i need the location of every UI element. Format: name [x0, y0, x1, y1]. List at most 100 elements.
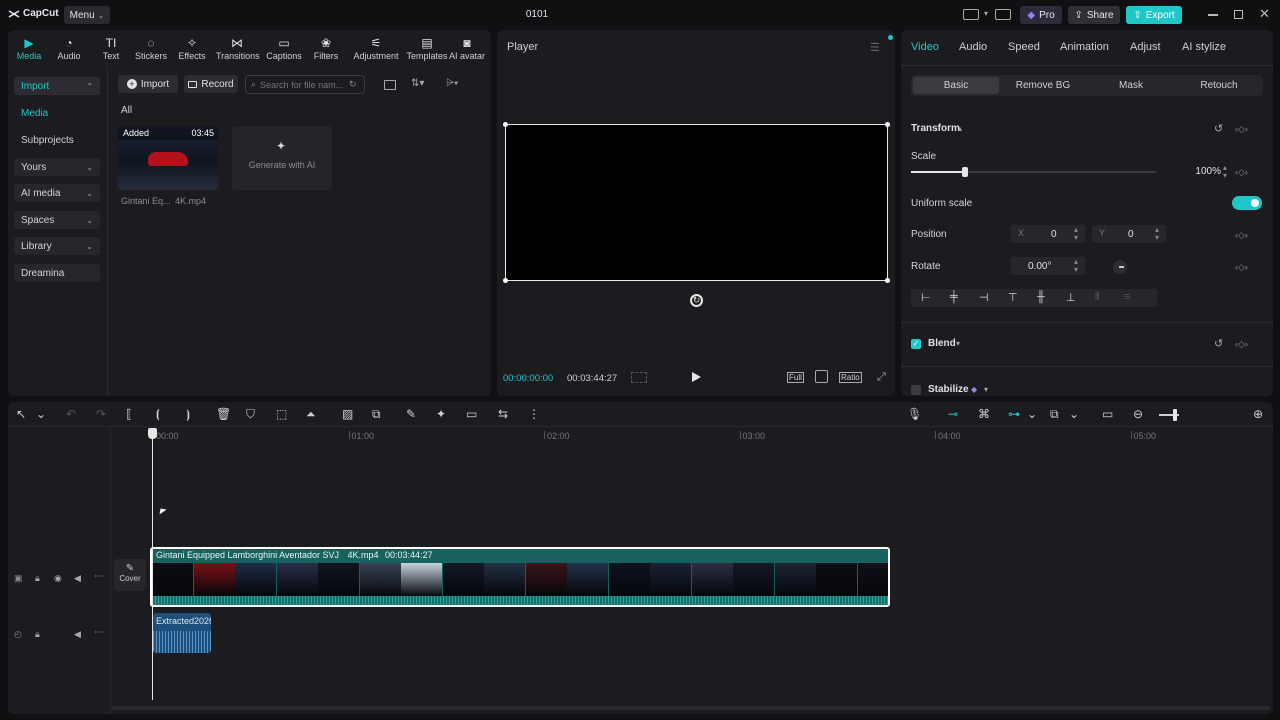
tab-audio[interactable]: Audio — [959, 41, 987, 53]
playhead-handle[interactable] — [148, 428, 157, 439]
resize-handle[interactable] — [885, 278, 890, 283]
search-input[interactable] — [260, 79, 346, 90]
play-icon[interactable] — [692, 372, 701, 382]
chevron-down-icon[interactable]: ⌄ — [1027, 407, 1037, 421]
horizontal-scrollbar[interactable] — [112, 706, 1270, 710]
scale-slider-knob[interactable] — [961, 167, 968, 177]
chevron-down-icon[interactable]: ▾ — [956, 339, 960, 348]
full-button[interactable]: Full — [787, 372, 804, 383]
freeze-icon[interactable]: ▨ — [342, 407, 353, 421]
stabilize-checkbox[interactable] — [911, 385, 921, 395]
zoom-in-icon[interactable]: ⊕ — [1253, 407, 1263, 421]
more-icon[interactable]: ⋯ — [94, 627, 104, 638]
keyframe-icon[interactable]: ‹◇› — [1235, 230, 1248, 241]
tab-video[interactable]: Video — [911, 41, 939, 53]
video-preview[interactable] — [503, 122, 890, 283]
menu-button[interactable]: Menu ⌄ — [64, 6, 110, 24]
refresh-icon[interactable]: ↻ — [349, 79, 357, 90]
split-right-icon[interactable]: ⦘ — [186, 407, 190, 422]
zoom-out-icon[interactable]: ⊖ — [1133, 407, 1143, 421]
magic-icon[interactable]: ✦ — [436, 407, 446, 421]
marker-icon[interactable]: ⛉ — [246, 407, 255, 422]
keyframe-icon[interactable]: ‹◇› — [1235, 339, 1248, 350]
uniform-scale-toggle[interactable] — [1232, 196, 1262, 210]
record-button[interactable]: Record — [184, 75, 238, 93]
volume-icon[interactable]: ◀︎ — [74, 629, 81, 640]
sidebar-item-media[interactable]: Media — [14, 104, 100, 122]
align-middle-icon[interactable]: ╫ — [1037, 291, 1045, 303]
split-view-icon[interactable]: ⧉ — [1050, 407, 1059, 422]
align-top-icon[interactable]: ⊤ — [1008, 291, 1018, 304]
sidebar-item-import[interactable]: Import ⌃ — [14, 77, 100, 95]
tool-adjustment[interactable]: ⚟ Adjustment — [350, 35, 402, 61]
stepper-icon[interactable]: ▴ ▾ — [1223, 164, 1227, 180]
resize-handle[interactable] — [503, 278, 508, 283]
timecode-grid-icon[interactable] — [631, 372, 647, 383]
rotate-dial[interactable] — [1113, 260, 1127, 274]
volume-icon[interactable]: ◀︎ — [74, 573, 81, 584]
eye-icon[interactable]: ◉ — [54, 573, 62, 584]
monitor-icon[interactable]: ▭ — [1102, 407, 1113, 421]
zoom-icon[interactable] — [815, 370, 828, 383]
link-icon[interactable]: ⌘ — [978, 407, 990, 421]
search-box[interactable]: ⌕ ↻ — [245, 75, 365, 94]
import-button[interactable]: + Import — [118, 75, 178, 93]
zoom-slider-knob[interactable] — [1173, 409, 1177, 421]
fullscreen-icon[interactable]: ⤢ — [877, 371, 886, 384]
subtab-remove-bg[interactable]: Remove BG — [999, 77, 1087, 94]
generate-with-ai-card[interactable]: ✦ Generate with AI — [232, 126, 332, 190]
tool-stickers[interactable]: ◌ Stickers — [130, 35, 172, 61]
playhead[interactable] — [152, 430, 153, 700]
align-left-icon[interactable]: ⊢ — [921, 291, 931, 304]
tool-transitions[interactable]: ⋈ Transitions — [216, 35, 260, 61]
stepper-icon[interactable]: ▴ ▾ — [1074, 226, 1078, 242]
transform-title[interactable]: Transform — [911, 123, 960, 134]
layout-icon[interactable] — [963, 9, 979, 20]
undo-icon[interactable]: ↶ — [66, 407, 76, 421]
close-icon[interactable]: ✕ — [1259, 6, 1270, 22]
scale-slider[interactable] — [911, 167, 1156, 177]
more-icon[interactable]: ⋯ — [94, 571, 104, 582]
subtab-basic[interactable]: Basic — [913, 77, 999, 94]
subtab-retouch[interactable]: Retouch — [1175, 77, 1263, 94]
stabilize-title[interactable]: Stabilize — [928, 384, 969, 395]
audio-detect-icon[interactable]: ⋮ — [528, 407, 540, 421]
subtitle-icon[interactable]: ▭ — [466, 407, 477, 421]
tool-text[interactable]: TI Text — [90, 35, 132, 61]
preview-axis-icon[interactable]: ⊶ — [1008, 407, 1020, 421]
blend-checkbox[interactable]: ✓ — [911, 339, 921, 349]
rotate-field[interactable]: 0.00° ▴ ▾ — [1011, 257, 1085, 275]
tool-ai-avatar[interactable]: ◙ AI avatar — [446, 35, 488, 61]
tab-adjust[interactable]: Adjust — [1130, 41, 1161, 53]
redo-icon[interactable]: ↷ — [96, 407, 106, 421]
magnet-icon[interactable]: ⊸ — [948, 407, 958, 421]
reset-icon[interactable]: ↺ — [1214, 122, 1223, 135]
rotate-handle-icon[interactable]: ↻ — [690, 294, 703, 307]
player-menu-icon[interactable]: ☰ — [870, 41, 880, 54]
chevron-down-icon[interactable]: ▾ — [984, 385, 988, 394]
resize-handle[interactable] — [885, 122, 890, 127]
filter-icon[interactable]: ⩥▾ — [446, 78, 458, 89]
tool-captions[interactable]: ▭ Captions — [263, 35, 305, 61]
sidebar-item-yours[interactable]: Yours ⌄ — [14, 158, 100, 176]
pro-button[interactable]: ◆ Pro — [1020, 6, 1062, 24]
chevron-up-icon[interactable]: ▴ — [958, 124, 962, 133]
distribute-h-icon[interactable]: ⫴ — [1095, 291, 1100, 304]
tool-media[interactable]: ▶ Media — [8, 35, 50, 61]
audio-clip[interactable]: Extracted2026 — [153, 613, 211, 653]
split-icon[interactable]: ⟦ — [126, 407, 132, 421]
select-icon[interactable]: ↖ — [16, 407, 26, 421]
chevron-down-icon[interactable]: ⌄ — [1069, 407, 1079, 421]
media-thumbnail[interactable]: Added 03:45 — [118, 126, 218, 190]
video-clip[interactable]: Gintani Equipped Lamborghini Aventador S… — [150, 547, 890, 607]
sidebar-item-dreamina[interactable]: Dreamina — [14, 264, 100, 282]
sidebar-item-spaces[interactable]: Spaces ⌄ — [14, 211, 100, 229]
lock-icon[interactable]: 🔒︎ — [35, 629, 40, 640]
subtab-mask[interactable]: Mask — [1087, 77, 1175, 94]
align-center-icon[interactable]: ╪ — [950, 291, 958, 303]
keyboard-icon[interactable] — [995, 9, 1011, 20]
mirror-icon[interactable]: ⧉ — [372, 407, 381, 422]
crop-icon[interactable]: ⬚ — [276, 407, 287, 421]
minimize-icon[interactable] — [1208, 14, 1218, 16]
align-right-icon[interactable]: ⊣ — [979, 291, 989, 304]
